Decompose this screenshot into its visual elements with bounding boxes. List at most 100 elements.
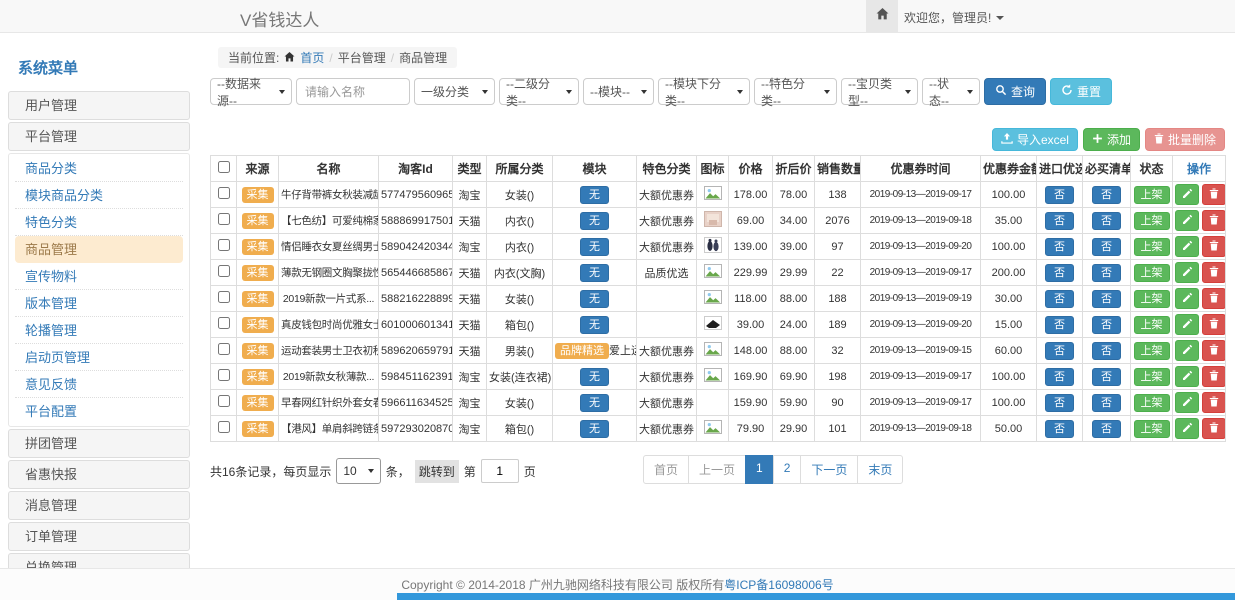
- status-badge[interactable]: 上架: [1134, 316, 1170, 334]
- delete-button[interactable]: [1202, 184, 1226, 205]
- status-badge[interactable]: 上架: [1134, 264, 1170, 282]
- module-none-badge[interactable]: 无: [580, 186, 609, 204]
- module-none-badge[interactable]: 无: [580, 212, 609, 230]
- search-button[interactable]: 查询: [984, 78, 1046, 105]
- import-select-toggle[interactable]: 否: [1045, 264, 1074, 282]
- delete-button[interactable]: [1202, 236, 1226, 257]
- sidebar-item-group-buy-management[interactable]: 拼团管理: [8, 429, 190, 458]
- delete-button[interactable]: [1202, 366, 1226, 387]
- module-none-badge[interactable]: 无: [580, 316, 609, 334]
- sidebar-subitem-goods-management[interactable]: 商品管理: [15, 236, 183, 263]
- jump-to-button[interactable]: 跳转到: [415, 460, 459, 483]
- sidebar-subitem-platform-config[interactable]: 平台配置: [15, 398, 183, 425]
- row-checkbox[interactable]: [218, 291, 230, 303]
- import-select-toggle[interactable]: 否: [1045, 316, 1074, 334]
- sidebar-subitem-module-goods-category[interactable]: 模块商品分类: [15, 182, 183, 209]
- home-button[interactable]: [866, 0, 898, 32]
- pagination-last[interactable]: 末页: [857, 455, 903, 484]
- jump-page-input[interactable]: [481, 459, 519, 483]
- import-select-toggle[interactable]: 否: [1045, 394, 1074, 412]
- sidebar-item-platform-management[interactable]: 平台管理: [8, 122, 190, 151]
- pagination-page-1[interactable]: 1: [745, 455, 774, 484]
- filter-select-item-type[interactable]: --宝贝类型--: [841, 78, 918, 105]
- import-select-toggle[interactable]: 否: [1045, 186, 1074, 204]
- breadcrumb-home-link[interactable]: 首页: [300, 49, 324, 66]
- filter-select-category-level1[interactable]: 一级分类: [414, 78, 495, 105]
- sidebar-item-user-management[interactable]: 用户管理: [8, 91, 190, 120]
- filter-select-module[interactable]: --模块--: [583, 78, 654, 105]
- sidebar-subitem-feedback[interactable]: 意见反馈: [15, 371, 183, 398]
- edit-button[interactable]: [1175, 288, 1199, 309]
- sidebar-subitem-carousel-management[interactable]: 轮播管理: [15, 317, 183, 344]
- filter-input-name[interactable]: [296, 78, 410, 105]
- module-none-badge[interactable]: 无: [580, 394, 609, 412]
- sidebar-subitem-splash-management[interactable]: 启动页管理: [15, 344, 183, 371]
- status-badge[interactable]: 上架: [1134, 394, 1170, 412]
- row-checkbox[interactable]: [218, 265, 230, 277]
- delete-button[interactable]: [1202, 340, 1226, 361]
- sidebar-item-message-management[interactable]: 消息管理: [8, 491, 190, 520]
- must-buy-toggle[interactable]: 否: [1092, 394, 1121, 412]
- reset-button[interactable]: 重置: [1050, 78, 1112, 105]
- import-select-toggle[interactable]: 否: [1045, 290, 1074, 308]
- row-checkbox[interactable]: [218, 239, 230, 251]
- sidebar-subitem-feature-category[interactable]: 特色分类: [15, 209, 183, 236]
- user-menu[interactable]: 欢迎您，管理员!: [904, 9, 1004, 26]
- edit-button[interactable]: [1175, 262, 1199, 283]
- row-checkbox[interactable]: [218, 317, 230, 329]
- module-none-badge[interactable]: 无: [580, 238, 609, 256]
- delete-button[interactable]: [1202, 288, 1226, 309]
- sidebar-item-saving-news[interactable]: 省惠快报: [8, 460, 190, 489]
- sidebar-subitem-version-management[interactable]: 版本管理: [15, 290, 183, 317]
- edit-button[interactable]: [1175, 366, 1199, 387]
- import-select-toggle[interactable]: 否: [1045, 368, 1074, 386]
- edit-button[interactable]: [1175, 184, 1199, 205]
- edit-button[interactable]: [1175, 418, 1199, 439]
- row-checkbox[interactable]: [218, 187, 230, 199]
- row-checkbox[interactable]: [218, 369, 230, 381]
- import-select-toggle[interactable]: 否: [1045, 238, 1074, 256]
- module-none-badge[interactable]: 无: [580, 264, 609, 282]
- status-badge[interactable]: 上架: [1134, 420, 1170, 438]
- batch-delete-button[interactable]: 批量删除: [1145, 128, 1225, 151]
- import-select-toggle[interactable]: 否: [1045, 212, 1074, 230]
- delete-button[interactable]: [1202, 392, 1226, 413]
- delete-button[interactable]: [1202, 418, 1226, 439]
- sidebar-subitem-promo-material[interactable]: 宣传物料: [15, 263, 183, 290]
- status-badge[interactable]: 上架: [1134, 212, 1170, 230]
- status-badge[interactable]: 上架: [1134, 368, 1170, 386]
- filter-select-category-level2[interactable]: --二级分类--: [499, 78, 579, 105]
- delete-button[interactable]: [1202, 314, 1226, 335]
- filter-select-data-source[interactable]: --数据来源--: [210, 78, 292, 105]
- edit-button[interactable]: [1175, 392, 1199, 413]
- module-none-badge[interactable]: 无: [580, 290, 609, 308]
- module-none-badge[interactable]: 无: [580, 368, 609, 386]
- sidebar-subitem-goods-category[interactable]: 商品分类: [15, 155, 183, 182]
- filter-select-feature-category[interactable]: --特色分类--: [754, 78, 837, 105]
- delete-button[interactable]: [1202, 262, 1226, 283]
- pagination-next[interactable]: 下一页: [800, 455, 858, 484]
- sidebar-item-order-management[interactable]: 订单管理: [8, 522, 190, 551]
- icp-link[interactable]: 粤ICP备16098006号: [724, 576, 833, 593]
- row-checkbox[interactable]: [218, 343, 230, 355]
- must-buy-toggle[interactable]: 否: [1092, 368, 1121, 386]
- must-buy-toggle[interactable]: 否: [1092, 342, 1121, 360]
- pagination-page-2[interactable]: 2: [773, 455, 802, 484]
- module-none-badge[interactable]: 无: [580, 420, 609, 438]
- import-excel-button[interactable]: 导入excel: [992, 128, 1078, 151]
- status-badge[interactable]: 上架: [1134, 186, 1170, 204]
- edit-button[interactable]: [1175, 340, 1199, 361]
- must-buy-toggle[interactable]: 否: [1092, 420, 1121, 438]
- edit-button[interactable]: [1175, 314, 1199, 335]
- must-buy-toggle[interactable]: 否: [1092, 316, 1121, 334]
- row-checkbox[interactable]: [218, 213, 230, 225]
- select-all-checkbox[interactable]: [218, 161, 230, 173]
- edit-button[interactable]: [1175, 236, 1199, 257]
- must-buy-toggle[interactable]: 否: [1092, 238, 1121, 256]
- delete-button[interactable]: [1202, 210, 1226, 231]
- import-select-toggle[interactable]: 否: [1045, 420, 1074, 438]
- status-badge[interactable]: 上架: [1134, 238, 1170, 256]
- row-checkbox[interactable]: [218, 421, 230, 433]
- status-badge[interactable]: 上架: [1134, 290, 1170, 308]
- must-buy-toggle[interactable]: 否: [1092, 264, 1121, 282]
